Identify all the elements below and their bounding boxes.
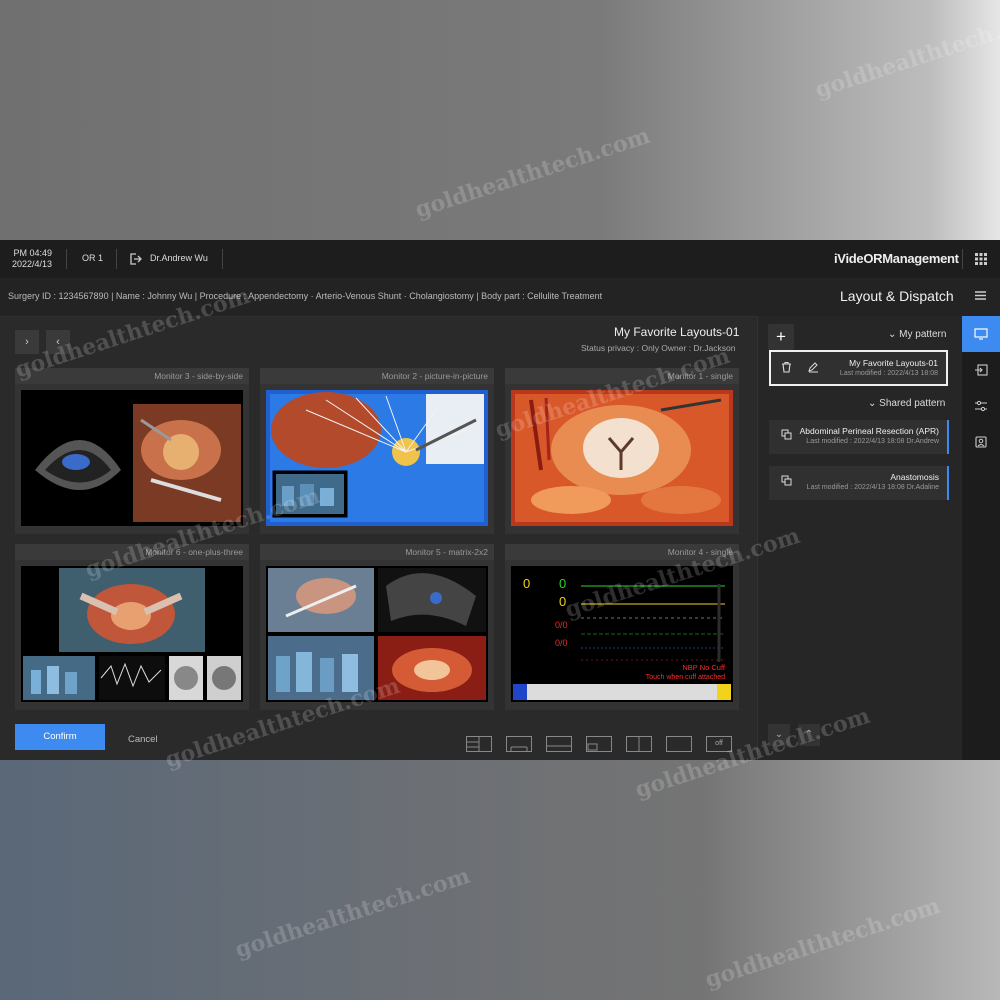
- chevron-down-icon: ⌄: [888, 329, 897, 340]
- pattern-meta: Last modified : 2022/4/13 18:08: [839, 370, 938, 377]
- user-profile-icon[interactable]: [962, 424, 1000, 460]
- layout-options-bar: off: [0, 720, 757, 760]
- monitor-preview: [21, 566, 243, 702]
- shared-pattern-label: Shared pattern: [879, 398, 946, 409]
- date-text: 2022/4/13: [12, 259, 53, 269]
- time-text: PM 04:49: [13, 248, 53, 258]
- background-top: [0, 0, 1000, 240]
- edit-icon[interactable]: [807, 361, 819, 376]
- monitor-header: Monitor 2 - picture-in-picture: [260, 368, 494, 384]
- shared-pattern-header[interactable]: ⌄ Shared pattern: [868, 398, 945, 409]
- layout-off-label: off: [715, 740, 723, 747]
- surgery-info-bar: Surgery ID : 1234567890 | Name : Johnny …: [0, 278, 1000, 317]
- monitor-label: Monitor 5 - matrix-2x2: [405, 547, 488, 557]
- pattern-title: Anastomosis: [890, 472, 939, 482]
- surgery-info-text: Surgery ID : 1234567890 | Name : Johnny …: [8, 291, 603, 301]
- datetime: PM 04:49 2022/4/13: [12, 248, 52, 270]
- cancel-button[interactable]: Cancel: [128, 734, 158, 745]
- copy-icon[interactable]: [781, 475, 792, 489]
- confirm-button[interactable]: Confirm: [15, 724, 105, 750]
- monitor-label: Monitor 3 - side-by-side: [154, 371, 243, 381]
- divider: [66, 249, 67, 269]
- layout-dispatch-nav-icon[interactable]: [962, 316, 1000, 352]
- layout-name: My Favorite Layouts-01: [614, 325, 740, 339]
- svg-text:0: 0: [523, 576, 530, 591]
- pattern-card-anastomosis[interactable]: Anastomosis Last modified : 2022/4/13 18…: [769, 466, 949, 500]
- copy-icon[interactable]: [781, 429, 792, 443]
- import-nav-icon[interactable]: [962, 352, 1000, 388]
- user-name[interactable]: Dr.Andrew Wu: [150, 253, 208, 263]
- nbp-alert-line1: NBP No Cuff: [682, 663, 726, 672]
- background-bottom: [0, 760, 1000, 1000]
- pattern-card-apr[interactable]: Abdominal Perineal Resection (APR) Last …: [769, 420, 949, 454]
- monitor-preview: [21, 390, 243, 526]
- room-label: OR 1: [82, 253, 104, 263]
- divider: [222, 249, 223, 269]
- layout-two-plus-one-button[interactable]: [546, 736, 572, 752]
- divider: [116, 249, 117, 269]
- page-title: Layout & Dispatch: [840, 288, 954, 304]
- right-nav-rail: [962, 316, 1000, 760]
- layout-one-plus-two-button[interactable]: [506, 736, 532, 752]
- layout-single-button[interactable]: [666, 736, 692, 752]
- layout-side-by-side-button[interactable]: [626, 736, 652, 752]
- svg-text:0: 0: [559, 576, 566, 591]
- my-pattern-label: My pattern: [899, 329, 947, 340]
- layout-one-plus-three-button[interactable]: [466, 736, 492, 752]
- logout-icon[interactable]: [128, 252, 142, 266]
- top-bar: PM 04:49 2022/4/13 OR 1 Dr.Andrew Wu iVi…: [0, 240, 1000, 279]
- monitor-label: Monitor 2 - picture-in-picture: [381, 371, 488, 381]
- brand-logo: iVideORManagement: [834, 251, 959, 266]
- monitor-header: Monitor 5 - matrix-2x2: [260, 544, 494, 560]
- chevron-down-icon: ⌄: [868, 398, 877, 409]
- nbp-alert-line2: Touch when cuff attached: [646, 674, 725, 681]
- hamburger-menu-icon[interactable]: [974, 289, 987, 305]
- my-pattern-header[interactable]: ⌄ My pattern: [888, 329, 946, 340]
- settings-sliders-icon[interactable]: [962, 388, 1000, 424]
- svg-text:0/0: 0/0: [555, 620, 568, 630]
- layout-pip-button[interactable]: [586, 736, 612, 752]
- pattern-title: My Favorite Layouts-01: [849, 358, 938, 368]
- app-grid-icon[interactable]: [974, 252, 988, 266]
- divider: [962, 249, 963, 269]
- pattern-title: Abdominal Perineal Resection (APR): [799, 426, 939, 436]
- trash-icon[interactable]: [781, 361, 792, 376]
- pattern-card-my-favorite[interactable]: My Favorite Layouts-01 Last modified : 2…: [769, 350, 948, 386]
- svg-text:0/0: 0/0: [555, 638, 568, 648]
- add-pattern-button[interactable]: +: [768, 324, 794, 350]
- pattern-meta: Last modified : 2022/4/13 18:08 Dr.Andre…: [806, 438, 939, 445]
- monitor-card-3[interactable]: Monitor 3 - side-by-side: [15, 368, 249, 534]
- pattern-meta: Last modified : 2022/4/13 18:08 Dr.Adali…: [806, 484, 939, 491]
